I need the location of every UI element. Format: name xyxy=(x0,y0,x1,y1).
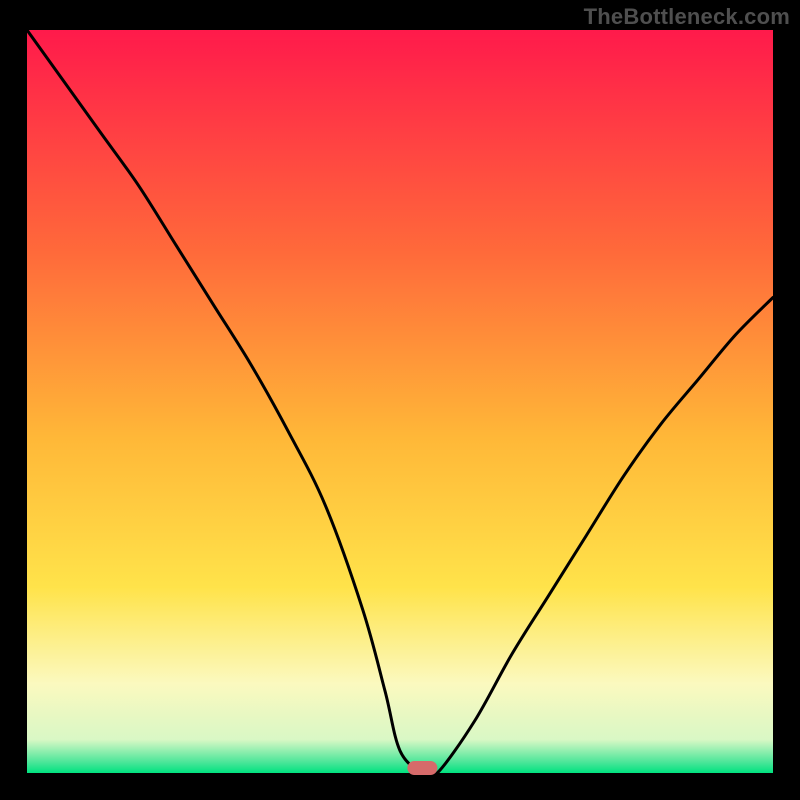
watermark-text: TheBottleneck.com xyxy=(584,4,790,30)
chart-stage: TheBottleneck.com xyxy=(0,0,800,800)
optimal-point-marker xyxy=(407,761,437,775)
bottleneck-chart xyxy=(0,0,800,800)
plot-background xyxy=(27,30,773,773)
